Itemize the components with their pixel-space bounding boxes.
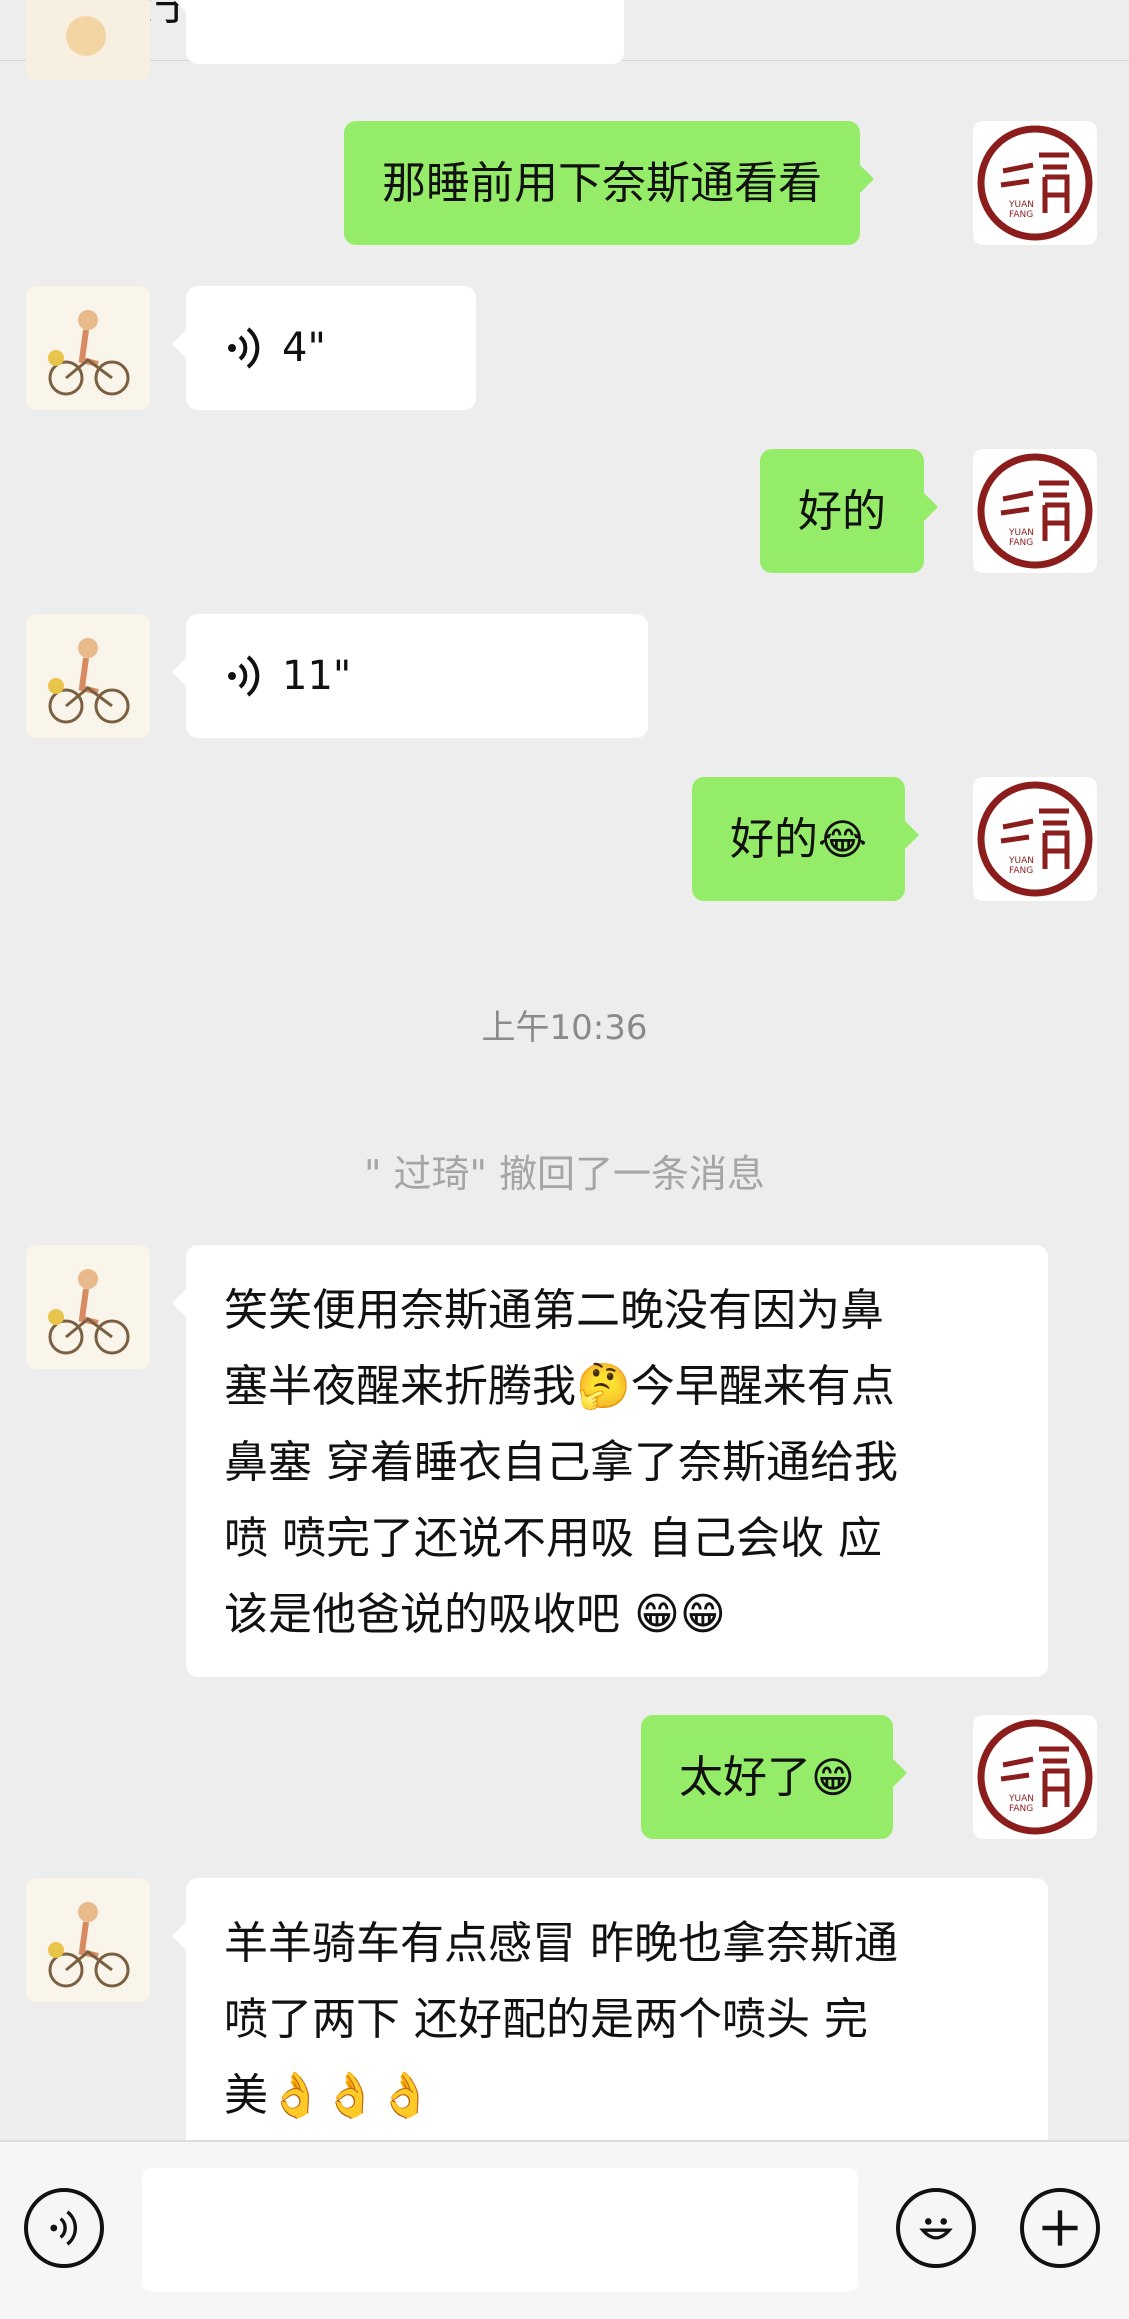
seal-logo: YUAN FANG (973, 121, 1097, 245)
message-text: 那睡前用下奈斯通看看 (382, 157, 822, 209)
contact-avatar[interactable] (26, 286, 150, 410)
grin-emoji-icon: 😁 (811, 1752, 855, 1802)
message-bubble-incoming[interactable]: 羊羊骑车有点感冒 昨晚也拿奈斯通 喷了两下 还好配的是两个喷头 完 美👌👌👌 (172, 1878, 1048, 2140)
message-line: 该是他爸说的吸收吧 😁😁 (224, 1589, 726, 1640)
plus-icon (1042, 2210, 1078, 2246)
svg-text:YUAN: YUAN (1008, 1794, 1034, 1804)
voice-icon (228, 655, 260, 697)
message-bubble-outgoing[interactable]: 那睡前用下奈斯通看看 (344, 121, 874, 245)
laughing-emoji-icon: 😂 (818, 814, 868, 864)
voice-message[interactable]: 11" (172, 614, 648, 738)
chat-area[interactable]: 爱子 那睡前用下奈斯通看看 YUAN FANG 4" 好的 YUAN FANG … (0, 0, 1129, 2140)
svg-text:FANG: FANG (1009, 1804, 1033, 1814)
svg-text:YUAN: YUAN (1008, 200, 1034, 210)
voice-message[interactable]: 4" (172, 286, 476, 410)
message-text: 太好了 (679, 1751, 811, 1803)
svg-text:FANG: FANG (1009, 210, 1033, 220)
self-avatar[interactable]: YUAN FANG (973, 1715, 1097, 1839)
self-avatar[interactable]: YUAN FANG (973, 121, 1097, 245)
contact-avatar[interactable] (26, 1245, 150, 1369)
voice-icon (50, 2210, 78, 2246)
seal-logo: YUAN FANG (973, 449, 1097, 573)
emoji-icon (919, 2218, 953, 2240)
message-bubble-incoming[interactable]: 笑笑便用奈斯通第二晚没有因为鼻 塞半夜醒来折腾我🤔今早醒来有点 鼻塞 穿着睡衣自… (172, 1245, 1048, 1677)
message-bubble-outgoing[interactable]: 太好了 😁 (641, 1715, 907, 1839)
svg-text:YUAN: YUAN (1008, 528, 1034, 538)
message-line: 美👌👌👌 (224, 2070, 433, 2121)
self-avatar[interactable]: YUAN FANG (973, 449, 1097, 573)
message-input[interactable] (142, 2168, 858, 2292)
voice-input-button[interactable] (24, 2188, 104, 2268)
contact-avatar[interactable] (26, 614, 150, 738)
message-text: 好的 (798, 485, 886, 537)
message-line: 笑笑便用奈斯通第二晚没有因为鼻 (224, 1285, 884, 1336)
input-bar (0, 2140, 1129, 2319)
message-line: 喷了两下 还好配的是两个喷头 完 (224, 1994, 868, 2045)
message-line: 塞半夜醒来折腾我🤔今早醒来有点 (224, 1361, 895, 1412)
svg-text:FANG: FANG (1009, 866, 1033, 876)
recall-notice: " 过琦" 撤回了一条消息 (363, 1152, 766, 1196)
message-bubble-outgoing[interactable]: 好的 😂 (692, 777, 920, 901)
message-bubble-outgoing[interactable]: 好的 (760, 449, 938, 573)
message-line: 喷 喷完了还说不用吸 自己会收 应 (224, 1513, 882, 1564)
contact-avatar[interactable] (26, 0, 150, 80)
emoji-button[interactable] (896, 2188, 976, 2268)
svg-text:YUAN: YUAN (1008, 856, 1034, 866)
voice-duration: 11" (282, 652, 352, 699)
seal-logo: YUAN FANG (973, 1715, 1097, 1839)
svg-text:FANG: FANG (1009, 538, 1033, 548)
message-line: 羊羊骑车有点感冒 昨晚也拿奈斯通 (224, 1918, 898, 1969)
timestamp: 上午10:36 (481, 1008, 648, 1048)
seal-logo: YUAN FANG (973, 777, 1097, 901)
more-button[interactable] (1020, 2188, 1100, 2268)
voice-icon (228, 327, 260, 369)
message-bubble-incoming[interactable] (172, 0, 624, 64)
message-text: 好的 (730, 813, 818, 865)
voice-duration: 4" (282, 324, 326, 371)
message-line: 鼻塞 穿着睡衣自己拿了奈斯通给我 (224, 1437, 898, 1488)
self-avatar[interactable]: YUAN FANG (973, 777, 1097, 901)
contact-avatar[interactable] (26, 1878, 150, 2002)
